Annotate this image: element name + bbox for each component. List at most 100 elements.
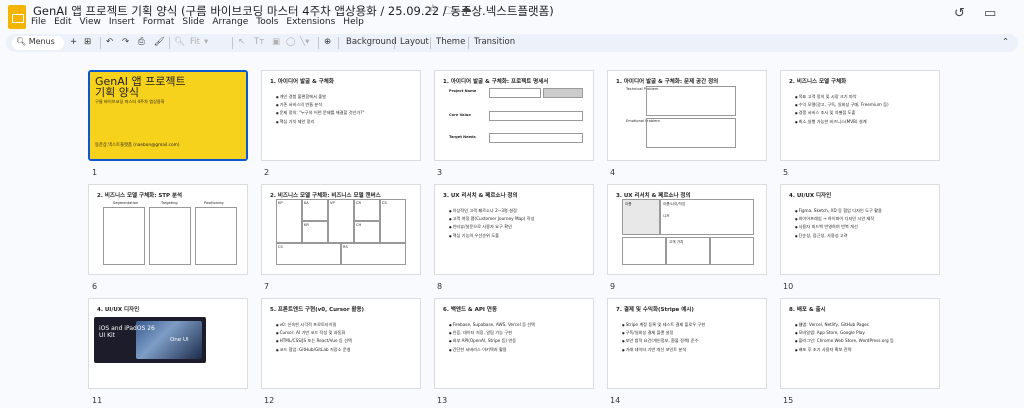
title-bar: GenAI 앱 프로젝트 기획 양식 (구름 바이브코딩 마스터 4주차 앱상용… — [0, 0, 1024, 34]
comment-add-icon[interactable]: ⊕ — [324, 37, 331, 47]
bullet: 보안 법적 요건(개인정보, 환불 정책) 준수 — [622, 337, 705, 345]
slide-thumbnail-4[interactable]: 1. 아이디어 발굴 & 구체화: 문제 공간 정의 Technical Pro… — [607, 70, 767, 161]
slide-title: 3. UX 리서치 & 페르소나 정의 — [443, 193, 518, 199]
transition-button[interactable]: Transition — [474, 37, 515, 47]
zoom-icon[interactable]: 🔍︎ — [174, 37, 185, 47]
background-button[interactable]: Background — [346, 37, 397, 47]
new-slide-icon[interactable]: + — [70, 37, 77, 47]
ka-label: KA — [304, 201, 309, 205]
star-icon[interactable]: ☆ — [428, 2, 438, 21]
history-icon[interactable]: ↺ — [954, 6, 965, 21]
kp-label: KP — [278, 201, 283, 205]
divider — [232, 37, 233, 49]
canvas-box: CH — [354, 221, 380, 243]
menu-view[interactable]: View — [80, 17, 101, 27]
slide-thumbnail-7[interactable]: 2. 비즈니스 모델 구체화: 비즈니스 모델 캔버스 KP KA VP CR … — [261, 184, 421, 275]
cost-structure-label: CS — [278, 245, 283, 249]
bullet: 코드 협업: GitHub/GitLab 저장소 운영 — [276, 346, 352, 354]
field-box — [195, 207, 237, 265]
slide-number: 14 — [610, 396, 621, 405]
menus-search[interactable]: 🔍︎ Menus — [12, 36, 64, 50]
slide-thumbnail-14[interactable]: 7. 결제 및 수익화(Stripe 예시) Stripe 계정 등록 및 테스… — [607, 298, 767, 389]
line-icon[interactable]: ╲▾ — [300, 37, 309, 47]
move-folder-icon[interactable]: 🗀 — [444, 2, 455, 21]
slide-thumbnail-5[interactable]: 2. 비즈니스 모델 구체화 목표 고객 정의 및 시장 크기 파악 수익 모델… — [780, 70, 940, 161]
canvas-box: VP — [328, 199, 354, 243]
rs-label: RS — [343, 245, 348, 249]
bullet-list: Figma, Sketch, XD 등 협업 디자인 도구 활용 와이어프레임 … — [795, 207, 882, 240]
slide-thumbnail-10[interactable]: 4. UI/UX 디자인 Figma, Sketch, XD 등 협업 디자인 … — [780, 184, 940, 275]
image-icon[interactable]: ▣ — [272, 37, 280, 47]
cover-author: 동준상.넥스트플랫폼 (naebon@gmail.com) — [95, 143, 180, 148]
slides-logo-icon[interactable] — [8, 5, 26, 29]
paint-format-icon[interactable]: 🖌︎ — [154, 37, 165, 47]
needs-label: 니즈 — [663, 214, 670, 218]
slide-number: 5 — [783, 168, 789, 177]
slide-number: 10 — [783, 282, 794, 291]
menu-arrange[interactable]: Arrange — [212, 17, 248, 27]
slide-thumbnail-8[interactable]: 3. UX 리서치 & 페르소나 정의 이상적인 고객 페르소나 2~3명 설정… — [434, 184, 594, 275]
field-box — [646, 118, 736, 148]
canvas-box: CS — [276, 243, 341, 265]
slide-thumbnail-15[interactable]: 8. 배포 & 출시 웹앱: Vercel, Netlify, GitHub P… — [780, 298, 940, 389]
slide-title: 2. 비즈니스 모델 구체화 — [789, 79, 847, 85]
menu-edit[interactable]: Edit — [54, 17, 71, 27]
segmentation-label: Segmentation — [113, 201, 139, 205]
menu-bar: File Edit View Insert Format Slide Arran… — [31, 17, 364, 27]
redo-icon[interactable]: ↷ — [122, 37, 129, 47]
select-tool-icon[interactable]: ↖ — [238, 37, 245, 47]
bullet: 고객 여정 맵(Customer Journey Map) 작성 — [449, 215, 535, 223]
print-icon[interactable]: ⎙ — [138, 37, 145, 47]
text-box-icon[interactable]: Tт — [254, 37, 264, 47]
slide-thumbnail-13[interactable]: 6. 백엔드 & API 연동 Firebase, Supabase, AWS,… — [434, 298, 594, 389]
shape-icon[interactable]: ◯ — [286, 37, 296, 47]
menu-format[interactable]: Format — [143, 17, 175, 27]
menu-tools[interactable]: Tools — [256, 17, 278, 27]
slide-title: 1. 아이디어 발굴 & 구체화: 문제 공간 정의 — [616, 79, 719, 85]
slide-thumbnail-9[interactable]: 3. UX 리서치 & 페르소나 정의 이름 이름/나이/직업 니즈 고객 가치 — [607, 184, 767, 275]
menu-slide[interactable]: Slide — [182, 17, 204, 27]
new-slide-dropdown-icon[interactable]: ⊞ — [84, 37, 91, 47]
menu-extensions[interactable]: Extensions — [286, 17, 335, 27]
slide-thumbnail-12[interactable]: 5. 프론트엔드 구현(v0, Cursor 활용) v0: 신속한 시각적 프… — [261, 298, 421, 389]
bullet: 개인 경험 불편함에서 출발 — [276, 93, 364, 101]
menu-file[interactable]: File — [31, 17, 46, 27]
field-box: 고객 가치 — [666, 237, 710, 265]
slide-thumbnail-6[interactable]: 2. 비즈니스 모델 구체화: STP 분석 Segmentation Targ… — [88, 184, 248, 275]
bullet: 거래 데이터 기반 개선 포인트 분석 — [622, 346, 705, 354]
layout-button[interactable]: Layout — [400, 37, 429, 47]
slide-title: 8. 배포 & 출시 — [789, 307, 826, 313]
slide-thumbnail-11[interactable]: 4. UI/UX 디자인 iOS and iPadOS 26 UI Kit On… — [88, 298, 248, 389]
menu-insert[interactable]: Insert — [109, 17, 135, 27]
bullet: 문제 정의: "누구의 어떤 문제를 해결할 것인가?" — [276, 109, 365, 117]
bullet: Firebase, Supabase, AWS, Vercel 등 선택 — [449, 321, 535, 329]
field-box — [710, 237, 754, 265]
collapse-toolbar-icon[interactable]: ⌃ — [1002, 37, 1009, 47]
bullet-list: v0: 신속한 시각적 프로토타이핑 Cursor: AI 기반 코드 작성 및… — [276, 321, 352, 354]
menu-help[interactable]: Help — [343, 17, 364, 27]
bullet: 모바일앱: App Store, Google Play — [795, 329, 894, 337]
canvas-box: CS — [380, 199, 406, 243]
slide-thumbnail-2[interactable]: 1. 아이디어 발굴 & 구체화 개인 경험 불편함에서 출발 기존 서비스의 … — [261, 70, 421, 161]
slide-number: 7 — [264, 282, 270, 291]
target-needs-label: Target Needs — [449, 135, 476, 139]
cloud-status-icon[interactable]: ☁ — [461, 2, 472, 21]
zoom-fit[interactable]: Fit — [190, 37, 200, 47]
bullet: 기존 서비스의 빈틈 분석 — [276, 101, 364, 109]
bullet: 목표 고객 정의 및 시장 크기 파악 — [795, 93, 889, 101]
comment-icon[interactable]: ▭ — [984, 6, 996, 21]
undo-icon[interactable]: ↶ — [106, 37, 113, 47]
bullet: 경쟁 서비스 조사 및 차별점 도출 — [795, 109, 889, 117]
bullet: 구독/일회성 결제 플랜 설정 — [622, 329, 705, 337]
theme-button[interactable]: Theme — [436, 37, 465, 47]
slide-number: 11 — [92, 396, 103, 405]
bullet: v0: 신속한 시각적 프로토타이핑 — [276, 321, 352, 329]
slide-thumbnail-3[interactable]: 1. 아이디어 발굴 & 구체화: 프로젝트 명세서 Project Name … — [434, 70, 594, 161]
slide-number: 13 — [437, 396, 448, 405]
slide-title: 6. 백엔드 & API 연동 — [443, 307, 498, 313]
bullet: 배포 후 초기 사용자 확보 전략 — [795, 346, 894, 354]
slide-thumbnail-1[interactable]: GenAI 앱 프로젝트 기획 양식 구름 바이브코딩 마스터 4주차 앱상용화… — [88, 70, 248, 161]
slide-title: 5. 프론트엔드 구현(v0, Cursor 활용) — [270, 307, 365, 313]
chevron-down-icon[interactable]: ▾ — [204, 37, 208, 47]
one-ui-caption: One UI — [170, 337, 189, 343]
